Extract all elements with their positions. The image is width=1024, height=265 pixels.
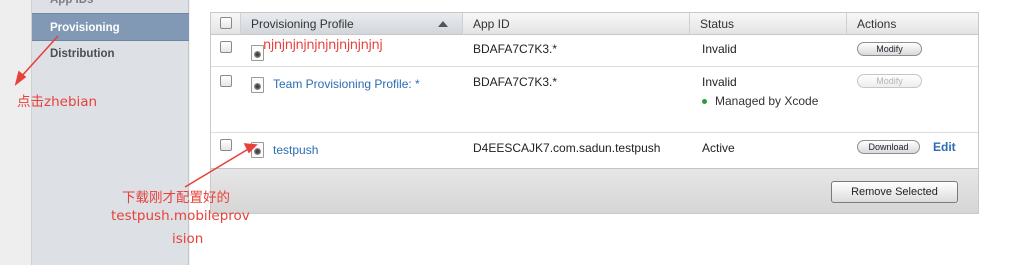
arrow-to-testpush (184, 147, 251, 188)
annotation-click-note: 点击zhebian (17, 94, 98, 110)
annotation-download-note-3: ision (172, 231, 204, 247)
annotation-download-note-1: 下载刚才配置好的 (122, 190, 230, 206)
annotation-arrows (14, 35, 258, 188)
arrow-to-provisioning (19, 35, 59, 79)
annotation-download-note-2: testpush.mobileprov (111, 208, 250, 224)
